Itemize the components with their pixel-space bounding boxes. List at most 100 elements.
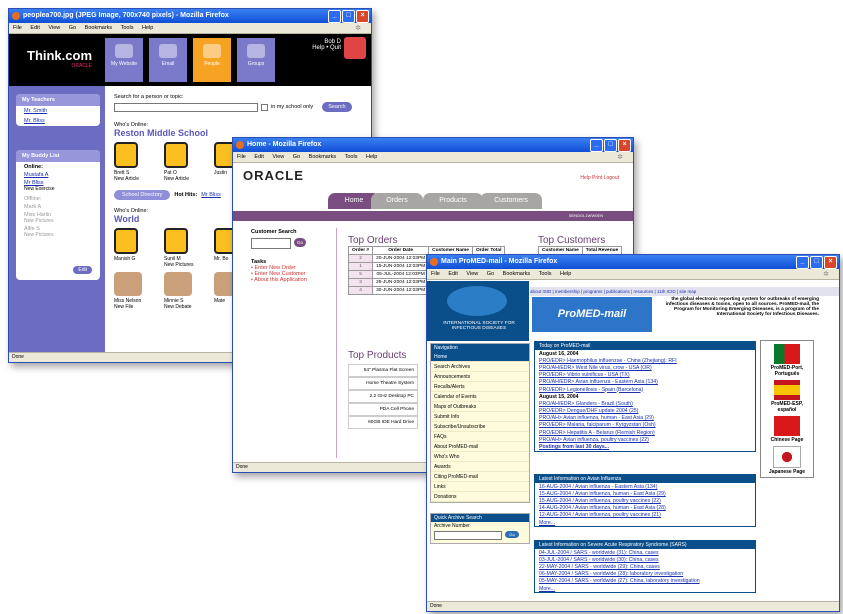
post-link[interactable]: PRO/EDR> Legionellosis - Spain (Barcelon… [535,386,755,393]
hot-hit-link[interactable]: Mr Bliss [201,192,221,198]
nav-item[interactable]: Recalls/Alerts [431,382,529,392]
person-card[interactable]: Brett S New Article [114,142,156,182]
isid-logo[interactable]: INTERNATIONAL SOCIETY FOR INFECTIOUS DIS… [427,281,529,341]
china-flag-icon[interactable] [774,416,800,436]
post-link[interactable]: PRO/AH> Avian influenza, human - East As… [535,415,755,422]
close-button[interactable]: × [618,139,631,152]
post-link[interactable]: 03-JUL-2004 / SARS - worldwide (30): Chi… [535,556,755,563]
post-link[interactable]: PRO/AH/EDR> Avian influenza - Eastern As… [535,379,755,386]
post-link[interactable]: 15-AUG-2004 / Avian influenza, human - E… [535,490,755,497]
help-links[interactable]: Help Print Logout [580,175,619,181]
search-button[interactable]: Search [322,102,352,112]
language-link[interactable]: ProMED-Port, Português [761,365,813,377]
menu-go[interactable]: Go [487,271,494,277]
list-item[interactable]: Home Theatre System [348,377,418,390]
person-card[interactable]: Minnie S New Debate [164,272,206,310]
language-link[interactable]: Japanese Page [761,469,813,475]
column-header[interactable]: Order Date [372,246,430,255]
thinkcom-logo[interactable]: Think.com ORACLE [27,48,92,69]
menu-bookmarks[interactable]: Bookmarks [309,154,337,160]
school-only-checkbox[interactable] [261,103,268,111]
buddy-link[interactable]: Mustafa A [24,172,48,178]
school-directory-button[interactable]: School Directory [114,190,171,200]
list-item[interactable]: 2.2 GHz Desktop PC [348,390,418,403]
minimize-button[interactable]: _ [328,10,341,23]
menu-view[interactable]: View [48,25,60,31]
customer-search-input[interactable] [251,238,291,249]
nav-my-website[interactable]: My Website [105,38,143,82]
menu-view[interactable]: View [272,154,284,160]
post-link[interactable]: 05-MAY-2004 / SARS - worldwide (27): Chi… [535,578,755,585]
oracle-logo[interactable]: ORACLE [243,168,304,183]
language-link[interactable]: Chinese Page [761,437,813,443]
close-button[interactable]: × [824,256,837,269]
minimize-button[interactable]: _ [796,256,809,269]
nav-item[interactable]: Awards [431,462,529,472]
more-link[interactable]: More... [535,519,755,526]
nav-item[interactable]: Calendar of Events [431,392,529,402]
nav-item[interactable]: Donations [431,492,529,502]
post-link[interactable]: PRO/AH> Avian influenza, poultry vaccine… [535,436,755,443]
promed-banner[interactable]: ProMED-mail [532,297,652,332]
menu-tools[interactable]: Tools [121,25,134,31]
window-titlebar[interactable]: peoplea700.jpg (JPEG Image, 700x740 pixe… [9,9,371,23]
portugal-flag-icon[interactable] [774,344,800,364]
archive-number-input[interactable] [434,531,502,540]
nav-item[interactable]: Announcements [431,372,529,382]
menu-tools[interactable]: Tools [345,154,358,160]
menu-bookmarks[interactable]: Bookmarks [503,271,531,277]
nav-groups[interactable]: Groups [237,38,275,82]
menu-edit[interactable]: Edit [30,25,39,31]
column-header[interactable]: Order # [347,246,374,255]
post-link[interactable]: PRO/EDR> Malaria, falciparum - Kyrgyzsta… [535,422,755,429]
menu-go[interactable]: Go [69,25,76,31]
more-postings-link[interactable]: Postings from last 30 days... [535,443,755,450]
menu-edit[interactable]: Edit [448,271,457,277]
menu-tools[interactable]: Tools [539,271,552,277]
search-input[interactable] [114,102,258,112]
maximize-button[interactable]: □ [604,139,617,152]
maximize-button[interactable]: □ [810,256,823,269]
menu-go[interactable]: Go [293,154,300,160]
menu-help[interactable]: Help [142,25,153,31]
task-link[interactable]: • About this Application [251,277,341,283]
menu-file[interactable]: File [431,271,440,277]
nav-item[interactable]: Home [431,352,529,362]
window-titlebar[interactable]: Home - Mozilla Firefox _ □ × [233,138,633,152]
list-item[interactable]: 60GB IDE Hard Drive [348,416,418,429]
nav-item[interactable]: FAQs [431,432,529,442]
language-link[interactable]: ProMED-ESP, español [761,401,813,413]
tab-orders[interactable]: Orders [371,193,423,209]
post-link[interactable]: PRO/EDR> Dengue/DHF update 2004 (25) [535,408,755,415]
teacher-link[interactable]: Mr. Bliss [24,118,45,124]
window-titlebar[interactable]: Main ProMED-mail - Mozilla Firefox _ □ × [427,255,839,269]
nav-people[interactable]: People [193,38,231,82]
post-link[interactable]: 14-AUG-2004 / Avian influenza, human - E… [535,505,755,512]
go-button[interactable]: Go [294,238,306,247]
spain-flag-icon[interactable] [774,380,800,400]
nav-item[interactable]: Maps of Outbreaks [431,402,529,412]
buddy-link[interactable]: Mark A [24,204,41,210]
menu-file[interactable]: File [237,154,246,160]
menu-edit[interactable]: Edit [254,154,263,160]
nav-item[interactable]: Submit Info [431,412,529,422]
post-link[interactable]: 22-MAY-2004 / SARS - worldwide (29): Chi… [535,563,755,570]
close-button[interactable]: × [356,10,369,23]
minimize-button[interactable]: _ [590,139,603,152]
list-item[interactable]: 54" Plasma Flat Screen [348,364,418,377]
nav-item[interactable]: About ProMED-mail [431,442,529,452]
edit-button[interactable]: Edit [73,266,92,274]
menu-file[interactable]: File [13,25,22,31]
tab-customers[interactable]: Customers [480,193,542,209]
avatar[interactable] [344,37,366,59]
person-card[interactable]: Miss Nelson New File [114,272,156,310]
nav-item[interactable]: Search Archives [431,362,529,372]
user-links[interactable]: Help • Quit [312,45,341,51]
nav-item[interactable]: Who's Who [431,452,529,462]
nav-email[interactable]: Email [149,38,187,82]
top-links[interactable]: about ISID | membership | programs | pub… [530,287,839,296]
menu-bookmarks[interactable]: Bookmarks [85,25,113,31]
japan-flag-icon[interactable] [773,446,801,468]
go-button[interactable]: Go [505,531,519,538]
list-item[interactable]: PDA Cell Phone [348,403,418,416]
